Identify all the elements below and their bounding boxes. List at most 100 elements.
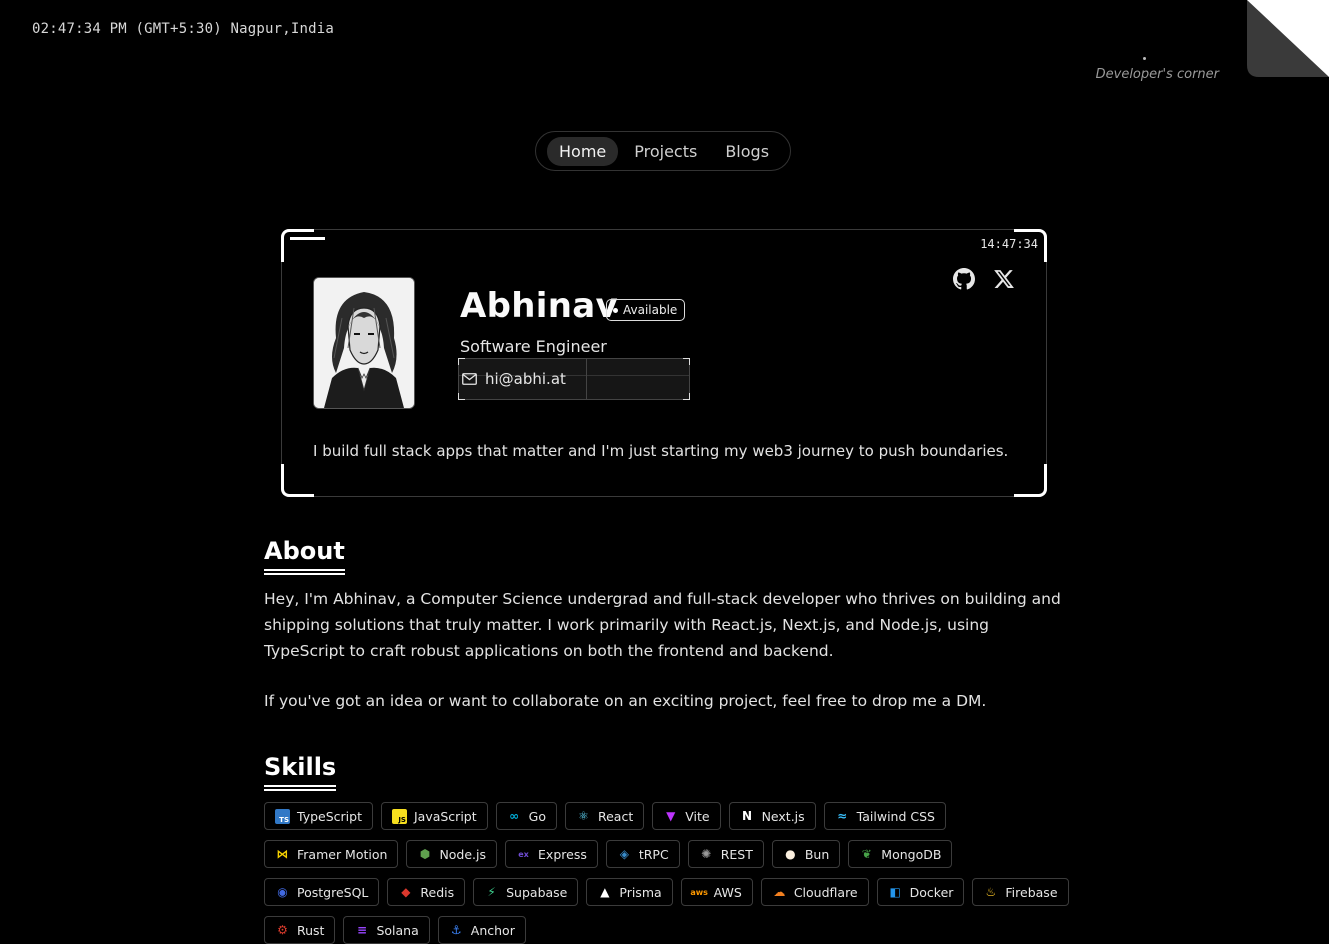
rest-icon: ✺	[701, 847, 712, 861]
profile-role: Software Engineer	[460, 337, 607, 356]
mongodb-icon: ❦	[861, 847, 872, 861]
prisma-icon: ▲	[600, 885, 610, 899]
skill-chip: ⚡ Supabase	[473, 878, 579, 906]
skill-label: TypeScript	[297, 808, 362, 824]
skill-label: Tailwind CSS	[856, 808, 935, 824]
skill-chip: ◈ tRPC	[605, 840, 680, 868]
skill-chip: ✺ REST	[687, 840, 764, 868]
skill-label: JavaScript	[413, 808, 477, 824]
avatar	[313, 277, 415, 409]
skill-chip: ▼ Vite	[652, 802, 721, 830]
card-clock: 14:47:34	[980, 237, 1038, 251]
skill-label: Next.js	[761, 808, 805, 824]
email-text: hi@abhi.at	[485, 370, 566, 388]
trpc-icon: ◈	[619, 847, 629, 861]
skill-chip: ex Express	[505, 840, 598, 868]
skill-chip: ☁ Cloudflare	[760, 878, 869, 906]
skill-label: React	[597, 808, 634, 824]
skill-chip: TS TypeScript	[264, 802, 373, 830]
tailwind-icon: ≈	[837, 809, 848, 823]
skill-label: tRPC	[638, 846, 669, 862]
avatar-illustration	[314, 278, 414, 408]
nav-projects[interactable]: Projects	[622, 137, 709, 166]
anchor-icon: ⚓	[450, 923, 462, 937]
skills-heading: Skills	[264, 753, 337, 791]
about-paragraph-2: If you've got an idea or want to collabo…	[264, 692, 987, 710]
social-links	[953, 268, 1015, 290]
about-paragraph-1: Hey, I'm Abhinav, a Computer Science und…	[264, 590, 1061, 660]
skill-chip: ≡ Solana	[343, 916, 430, 944]
skill-label: Bun	[804, 846, 830, 862]
dev-corner-dot	[1143, 57, 1146, 60]
main-nav: Home Projects Blogs	[535, 131, 791, 171]
about-heading: About	[264, 537, 345, 575]
card-progress	[290, 237, 354, 240]
solana-icon: ≡	[356, 923, 367, 937]
docker-icon: ◧	[889, 885, 901, 899]
header-clock: 02:47:34 PM (GMT+5:30) Nagpur,India	[32, 21, 335, 37]
profile-card: 14:47:34 Abhinav Available Software Engi…	[281, 229, 1047, 497]
email-bracket	[458, 393, 465, 400]
nodejs-icon: ⬢	[419, 847, 431, 861]
javascript-icon: JS	[391, 808, 407, 824]
skill-label: Express	[538, 846, 587, 862]
status-label: Available	[623, 303, 678, 317]
skill-label: Prisma	[619, 884, 662, 900]
page-curl-icon[interactable]	[1247, 0, 1329, 77]
skill-label: Framer Motion	[297, 846, 388, 862]
nav-home[interactable]: Home	[547, 136, 619, 166]
skill-label: PostgreSQL	[297, 884, 369, 900]
skill-label: Firebase	[1005, 884, 1058, 900]
email-box-divider	[586, 359, 587, 399]
aws-icon: aws	[690, 887, 708, 897]
x-icon[interactable]	[993, 268, 1015, 290]
skill-chip: ❦ MongoDB	[848, 840, 953, 868]
email-bracket	[458, 358, 465, 365]
card-corner	[281, 229, 314, 262]
skill-chip: ⚙ Rust	[264, 916, 336, 944]
email-link[interactable]: hi@abhi.at	[458, 358, 690, 400]
mail-icon	[462, 373, 477, 385]
skill-label: MongoDB	[881, 846, 942, 862]
skill-chip: ◧ Docker	[876, 878, 965, 906]
email-content: hi@abhi.at	[459, 370, 566, 388]
nextjs-icon: N	[742, 809, 753, 823]
skill-chip: N Next.js	[728, 802, 816, 830]
skill-label: Cloudflare	[793, 884, 858, 900]
firebase-icon: ♨	[985, 885, 997, 899]
skill-label: AWS	[713, 884, 742, 900]
react-icon: ⚛	[578, 809, 589, 823]
profile-name: Abhinav	[460, 286, 618, 326]
skills-list: TS TypeScript JS JavaScript ∞ Go ⚛ React ▼ Vite N N…	[264, 802, 1074, 944]
github-icon[interactable]	[953, 268, 975, 290]
skill-chip: JS JavaScript	[380, 802, 488, 830]
postgresql-icon: ◉	[277, 885, 288, 899]
skill-chip: ▲ Prisma	[586, 878, 673, 906]
skill-label: Anchor	[470, 922, 515, 938]
nav-blogs[interactable]: Blogs	[713, 137, 781, 166]
card-corner	[1014, 464, 1047, 497]
skill-chip: ⬢ Node.js	[406, 840, 498, 868]
express-icon: ex	[518, 849, 529, 859]
skill-label: Docker	[909, 884, 954, 900]
framer-icon: ⋈	[276, 847, 289, 861]
skill-chip: ≈ Tailwind CSS	[823, 802, 946, 830]
skill-label: Go	[528, 808, 546, 824]
cloudflare-icon: ☁	[773, 885, 786, 899]
redis-icon: ◆	[401, 885, 411, 899]
skill-label: Redis	[420, 884, 455, 900]
skill-label: Rust	[297, 922, 325, 938]
skill-chip: ◆ Redis	[387, 878, 466, 906]
skill-chip: ⚓ Anchor	[437, 916, 526, 944]
skill-label: Node.js	[439, 846, 487, 862]
card-progress-fill	[290, 237, 326, 240]
skill-label: Solana	[376, 922, 419, 938]
email-bracket	[683, 358, 690, 365]
card-corner	[281, 464, 314, 497]
skill-chip: ◉ PostgreSQL	[264, 878, 380, 906]
skill-label: Vite	[685, 808, 710, 824]
rust-icon: ⚙	[277, 923, 288, 937]
skill-chip: ∞ Go	[495, 802, 557, 830]
skill-label: Supabase	[506, 884, 568, 900]
dev-corner-label[interactable]: Developer's corner	[1096, 67, 1219, 82]
